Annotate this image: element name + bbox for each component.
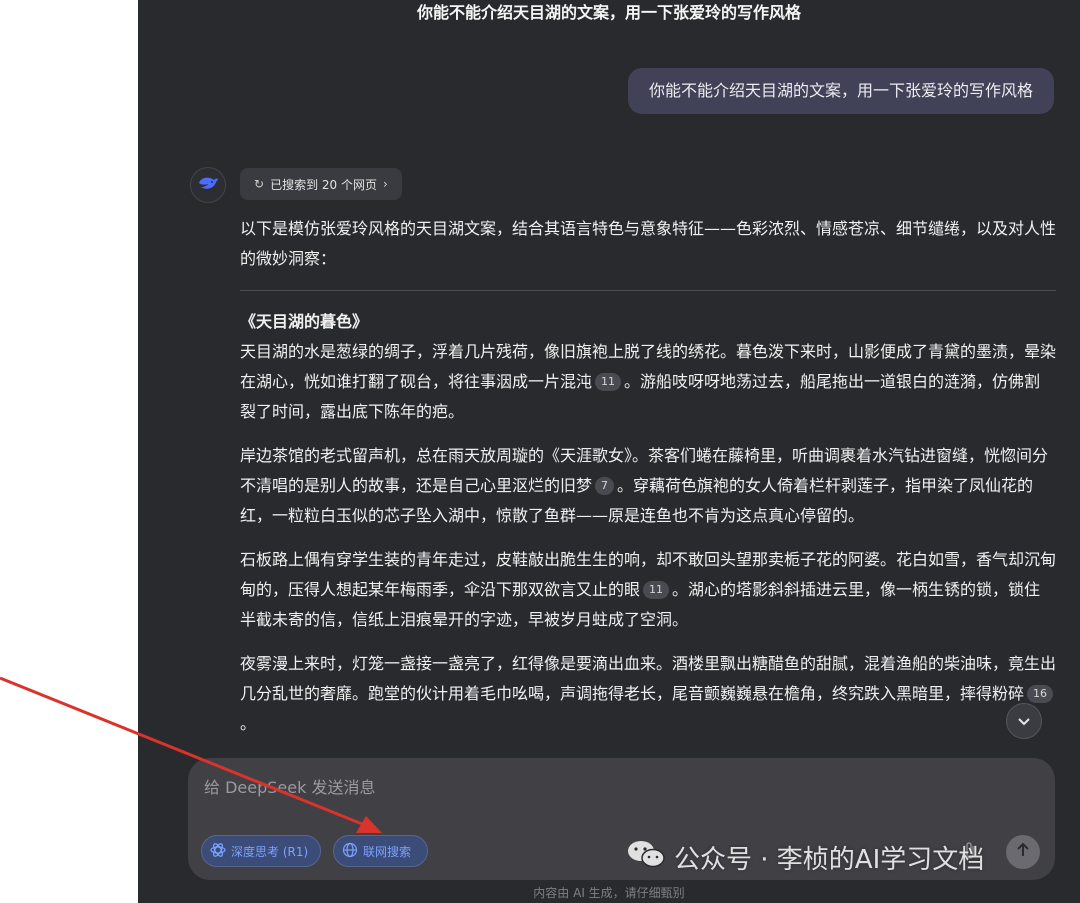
message-composer: 深度思考 (R1) 联网搜索 [188, 758, 1055, 880]
assistant-response: 以下是模仿张爱玲风格的天目湖文案，结合其语言特色与意象特征——色彩浓烈、情感苍凉… [240, 214, 1056, 753]
page-title: 你能不能介绍天目湖的文案，用一下张爱玲的写作风格 [416, 3, 801, 22]
deepseek-whale-icon [197, 174, 219, 196]
scroll-to-bottom-button[interactable] [1006, 703, 1042, 739]
chevron-down-icon [1017, 712, 1031, 731]
atom-icon [210, 842, 226, 861]
ai-disclaimer: 内容由 AI 生成，请仔细甄别 [533, 886, 685, 900]
send-button[interactable] [1006, 835, 1040, 869]
response-paragraph: 天目湖的水是葱绿的绸子，浮着几片残荷，像旧旗袍上脱了线的绣花。暮色泼下来时，山影… [240, 342, 1057, 421]
search-refresh-icon: ↻ [254, 177, 265, 191]
globe-icon [342, 842, 358, 861]
citation-badge[interactable]: 11 [643, 581, 670, 599]
user-message-bubble: 你能不能介绍天目湖的文案，用一下张爱玲的写作风格 [627, 68, 1054, 114]
assistant-avatar [190, 167, 226, 203]
chat-window: 你能不能介绍天目湖的文案，用一下张爱玲的写作风格 你能不能介绍天目湖的文案，用一… [138, 0, 1080, 903]
arrow-up-icon [1016, 842, 1030, 862]
chevron-right-icon: › [382, 177, 388, 191]
citation-badge[interactable]: 7 [595, 477, 615, 495]
search-results-toggle[interactable]: ↻ 已搜索到 20 个网页 › [240, 168, 402, 200]
poem-title: 《天目湖的暮色》 [240, 312, 369, 331]
response-paragraph: 岸边茶馆的老式留声机，总在雨天放周璇的《天涯歌女》。茶客们蜷在藤椅里，听曲调裹着… [240, 446, 1049, 525]
response-paragraph: 石板路上偶有穿学生装的青年走过，皮鞋敲出脆生生的响，却不敢回头望那卖栀子花的阿婆… [240, 550, 1057, 629]
message-input[interactable] [202, 772, 1036, 816]
response-paragraph: 夜雾漫上来时，灯笼一盏接一盏亮了，红得像是要滴出血来。酒楼里飘出糖醋鱼的甜腻，混… [240, 654, 1057, 733]
divider [240, 290, 1056, 291]
paperclip-icon[interactable] [963, 841, 977, 866]
citation-badge[interactable]: 16 [1027, 685, 1054, 703]
web-search-toggle[interactable]: 联网搜索 [333, 835, 428, 867]
search-status-label: 已搜索到 20 个网页 [270, 177, 377, 192]
citation-badge[interactable]: 11 [595, 373, 622, 391]
deep-think-label: 深度思考 (R1) [231, 844, 309, 859]
response-intro: 以下是模仿张爱玲风格的天目湖文案，结合其语言特色与意象特征——色彩浓烈、情感苍凉… [240, 219, 1057, 268]
web-search-label: 联网搜索 [363, 844, 412, 859]
deep-think-toggle[interactable]: 深度思考 (R1) [201, 835, 321, 867]
